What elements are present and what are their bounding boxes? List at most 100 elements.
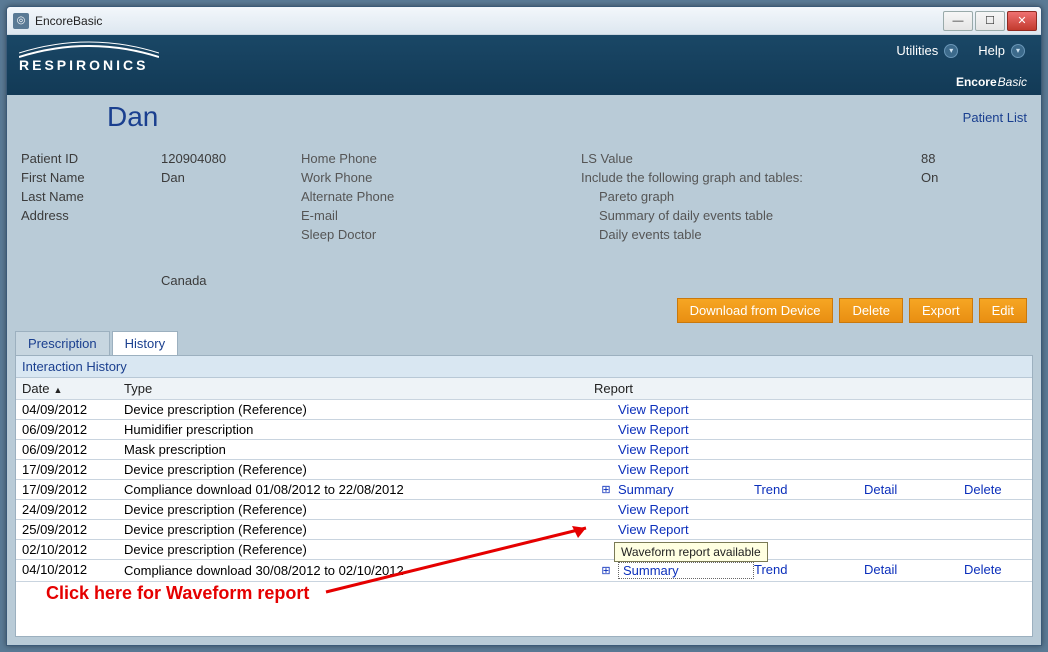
chevron-down-icon: ▾ (1011, 44, 1025, 58)
delete-link[interactable]: Delete (964, 562, 1002, 579)
close-button[interactable]: ✕ (1007, 11, 1037, 31)
trend-link[interactable]: Trend (754, 562, 864, 579)
patient-bar: Dan Patient List (7, 95, 1041, 133)
help-menu[interactable]: Help ▾ (974, 41, 1029, 60)
table-row: 25/09/2012Device prescription (Reference… (16, 520, 1032, 540)
label-home-phone: Home Phone (301, 151, 581, 166)
cell-type: Humidifier prescription (118, 420, 588, 439)
view-report-link[interactable]: View Report (618, 442, 689, 457)
maximize-button[interactable]: ☐ (975, 11, 1005, 31)
col-report[interactable]: Report (588, 378, 1032, 399)
label-summary-daily: Summary of daily events table (581, 208, 921, 223)
patient-list-link[interactable]: Patient List (963, 110, 1027, 125)
tab-prescription[interactable]: Prescription (15, 331, 110, 355)
label-first-name: First Name (21, 170, 161, 185)
delete-link[interactable]: Delete (964, 482, 1002, 497)
cell-date: 06/09/2012 (16, 420, 118, 439)
minimize-button[interactable]: — (943, 11, 973, 31)
subbrand-bold: Encore (956, 75, 997, 89)
label-daily-events: Daily events table (581, 227, 921, 242)
label-patient-id: Patient ID (21, 151, 161, 166)
table-row: 17/09/2012Device prescription (Reference… (16, 460, 1032, 480)
summary-link[interactable]: Summary (618, 482, 754, 497)
help-label: Help (978, 43, 1005, 58)
cell-type: Device prescription (Reference) (118, 460, 588, 479)
brand-text: RESPIRONICS (19, 57, 148, 73)
value-patient-id: 120904080 (161, 151, 301, 166)
tab-history[interactable]: History (112, 331, 178, 355)
brand-arc-icon (19, 41, 159, 59)
utilities-label: Utilities (896, 43, 938, 58)
cell-type: Compliance download 30/08/2012 to 02/10/… (118, 560, 588, 581)
header-menu: Utilities ▾ Help ▾ (892, 41, 1029, 60)
label-sleep-doctor: Sleep Doctor (301, 227, 581, 242)
download-button[interactable]: Download from Device (677, 298, 834, 323)
label-include: Include the following graph and tables: (581, 170, 921, 185)
col-type[interactable]: Type (118, 378, 588, 399)
label-email: E-mail (301, 208, 581, 223)
history-rows: 04/09/2012Device prescription (Reference… (16, 400, 1032, 582)
label-ls-value: LS Value (581, 151, 921, 166)
table-row: 06/09/2012Mask prescription View Report (16, 440, 1032, 460)
history-title: Interaction History (16, 356, 1032, 378)
table-row: 04/09/2012Device prescription (Reference… (16, 400, 1032, 420)
delete-button[interactable]: Delete (839, 298, 903, 323)
window-buttons: — ☐ ✕ (943, 11, 1037, 31)
waveform-icon[interactable]: ⊞ (594, 482, 618, 497)
table-row: 06/09/2012Humidifier prescription View Re… (16, 420, 1032, 440)
cell-date: 17/09/2012 (16, 460, 118, 479)
export-button[interactable]: Export (909, 298, 973, 323)
subbrand-italic: Basic (998, 75, 1027, 89)
waveform-icon[interactable]: ⊞ (594, 562, 618, 579)
edit-button[interactable]: Edit (979, 298, 1027, 323)
content: Dan Patient List Patient ID First Name L… (7, 95, 1041, 645)
subbrand: EncoreBasic (956, 75, 1027, 89)
view-report-link[interactable]: View Report (618, 462, 689, 477)
summary-link[interactable]: Summary (618, 562, 754, 579)
history-panel: Interaction History Date▲ Type Report 04… (15, 355, 1033, 637)
view-report-link[interactable]: View Report (618, 422, 689, 437)
cell-type: Device prescription (Reference) (118, 520, 588, 539)
cell-type: Device prescription (Reference) (118, 400, 588, 419)
detail-link[interactable]: Detail (864, 562, 964, 579)
cell-date: 25/09/2012 (16, 520, 118, 539)
app-window: ◎ EncoreBasic — ☐ ✕ RESPIRONICS Utilitie… (6, 6, 1042, 646)
cell-date: 02/10/2012 (16, 540, 118, 559)
label-pareto: Pareto graph (581, 189, 921, 204)
tabs: Prescription History (7, 331, 1041, 355)
label-alt-phone: Alternate Phone (301, 189, 581, 204)
cell-type: Compliance download 01/08/2012 to 22/08/… (118, 480, 588, 499)
view-report-link[interactable]: View Report (618, 522, 689, 537)
cell-date: 06/09/2012 (16, 440, 118, 459)
history-header: Date▲ Type Report (16, 378, 1032, 400)
cell-type: Device prescription (Reference) (118, 500, 588, 519)
brand: RESPIRONICS (19, 41, 159, 73)
value-ls-value: 88 (921, 151, 1001, 166)
view-report-link[interactable]: View Report (618, 402, 689, 417)
cell-date: 04/10/2012 (16, 560, 118, 581)
cell-type: Device prescription (Reference) (118, 540, 588, 559)
table-row: 04/10/2012Compliance download 30/08/2012… (16, 560, 1032, 582)
header: RESPIRONICS Utilities ▾ Help ▾ EncoreBas… (7, 35, 1041, 95)
cell-date: 04/09/2012 (16, 400, 118, 419)
col-date[interactable]: Date▲ (16, 378, 118, 399)
trend-link[interactable]: Trend (754, 482, 864, 497)
cell-date: 24/09/2012 (16, 500, 118, 519)
value-country: Canada (161, 273, 301, 288)
window-title: EncoreBasic (35, 14, 102, 28)
label-last-name: Last Name (21, 189, 161, 204)
view-report-link[interactable]: View Report (618, 502, 689, 517)
waveform-tooltip: Waveform report available (614, 542, 768, 562)
utilities-menu[interactable]: Utilities ▾ (892, 41, 962, 60)
cell-date: 17/09/2012 (16, 480, 118, 499)
patient-info: Patient ID First Name Last Name Address … (7, 133, 1041, 296)
label-work-phone: Work Phone (301, 170, 581, 185)
cell-type: Mask prescription (118, 440, 588, 459)
patient-name: Dan (107, 101, 158, 133)
chevron-down-icon: ▾ (944, 44, 958, 58)
detail-link[interactable]: Detail (864, 482, 964, 497)
titlebar: ◎ EncoreBasic — ☐ ✕ (7, 7, 1041, 35)
label-address: Address (21, 208, 161, 223)
annotation-text: Click here for Waveform report (46, 583, 309, 604)
value-include: On (921, 170, 1001, 185)
